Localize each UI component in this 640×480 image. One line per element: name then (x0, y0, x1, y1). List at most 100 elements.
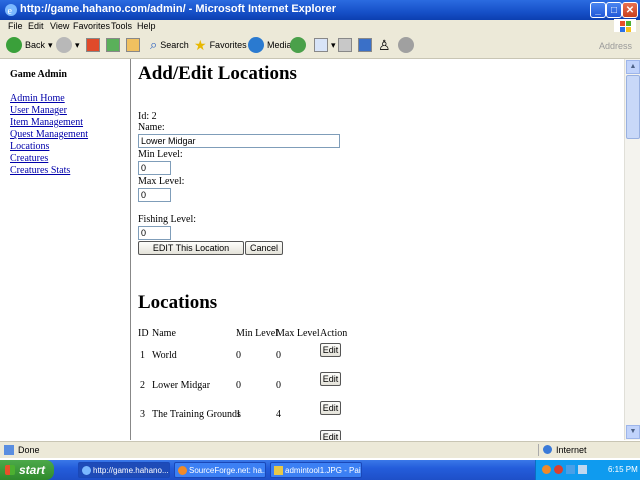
menu-edit[interactable]: Edit (28, 21, 44, 31)
status-text: Done (18, 445, 40, 455)
sidebar-link-user-manager[interactable]: User Manager (10, 105, 67, 116)
menu-help[interactable]: Help (137, 21, 156, 31)
sidebar-heading: Game Admin (10, 69, 67, 80)
address-label: Address (598, 41, 632, 51)
home-button[interactable] (126, 36, 140, 54)
menu-view[interactable]: View (50, 21, 69, 31)
menu-favorites[interactable]: Favorites (73, 21, 110, 31)
row-1-edit-button[interactable]: Edit (320, 343, 341, 357)
tray-app-icon[interactable] (554, 465, 563, 474)
taskbar-item-ie[interactable]: http://game.hahano.... (78, 462, 170, 478)
taskbar-item-sourceforge-label: SourceForge.net: ha... (189, 466, 266, 475)
tray-firefox-icon[interactable] (542, 465, 551, 474)
maximize-button[interactable]: □ (606, 2, 622, 18)
row-2-max: 0 (276, 380, 281, 391)
row-4-edit-button[interactable]: Edit (320, 430, 341, 440)
search-label: Search (160, 40, 189, 50)
row-1-name: World (152, 350, 177, 361)
edit-page-button[interactable] (358, 36, 372, 54)
row-1-min: 0 (236, 350, 241, 361)
window-title-bar[interactable]: e http://game.hahano.com/admin/ - Micros… (0, 0, 640, 20)
row-3-id: 3 (140, 409, 145, 420)
internet-zone-icon (543, 445, 552, 454)
start-button[interactable]: start (0, 460, 54, 480)
page-icon (4, 445, 14, 455)
column-header-id: ID (138, 328, 149, 339)
system-tray: 6:15 PM (535, 460, 640, 480)
tray-network-icon[interactable] (566, 465, 575, 474)
history-button[interactable] (290, 36, 306, 54)
cancel-button[interactable]: Cancel (245, 241, 283, 255)
discuss-button[interactable] (398, 36, 414, 54)
locations-heading: Locations (138, 292, 218, 313)
print-icon (338, 38, 352, 52)
name-label: Name: (138, 122, 165, 133)
row-2-edit-button[interactable]: Edit (320, 372, 341, 386)
ie-icon (82, 466, 91, 476)
tray-volume-icon[interactable] (578, 465, 587, 474)
dropdown-arrow-icon: ▾ (75, 39, 80, 50)
favorites-label: Favorites (209, 40, 247, 50)
sidebar-link-creatures-stats[interactable]: Creatures Stats (10, 165, 70, 176)
firefox-icon (178, 466, 187, 476)
dropdown-arrow-icon: ▾ (48, 39, 53, 50)
favorites-button[interactable]: ★ Favorites (194, 36, 247, 54)
window-title: http://game.hahano.com/admin/ - Microsof… (20, 3, 336, 15)
menu-tools[interactable]: Tools (111, 21, 132, 31)
stop-button[interactable] (86, 36, 100, 54)
name-input[interactable]: Lower Midgar (138, 134, 340, 148)
discuss-icon (398, 37, 414, 53)
row-2-id: 2 (140, 380, 145, 391)
row-3-edit-button[interactable]: Edit (320, 401, 341, 415)
row-3-max: 4 (276, 409, 281, 420)
sidebar-link-locations[interactable]: Locations (10, 141, 49, 152)
home-icon (126, 38, 140, 52)
minimize-button[interactable]: _ (590, 2, 606, 18)
back-arrow-icon (6, 37, 22, 53)
taskbar-item-ie-label: http://game.hahano.... (93, 466, 170, 475)
back-button[interactable]: Back ▾ (6, 36, 53, 54)
scroll-thumb[interactable] (626, 75, 640, 139)
back-label: Back (25, 40, 46, 50)
column-header-min-level: Min Level (236, 328, 278, 339)
print-button[interactable] (338, 36, 352, 54)
location-id: Id: 2 (138, 111, 157, 122)
media-label: Media (267, 40, 292, 50)
history-icon (290, 37, 306, 53)
clock[interactable]: 6:15 PM (608, 465, 638, 474)
edit-page-icon (358, 38, 372, 52)
search-button[interactable]: ⌕ Search (150, 36, 189, 54)
menu-bar: File Edit View Favorites Tools Help (0, 19, 640, 33)
taskbar: start http://game.hahano.... SourceForge… (0, 460, 640, 480)
column-header-max-level: Max Level (276, 328, 320, 339)
forward-button[interactable]: ▾ (56, 36, 80, 54)
scroll-down-arrow-icon[interactable]: ▼ (626, 425, 640, 439)
mail-button[interactable]: ▾ (314, 36, 336, 54)
vertical-scrollbar[interactable]: ▲ ▼ (624, 59, 640, 440)
messenger-button[interactable]: ♙ (378, 36, 391, 54)
svg-text:e: e (8, 6, 13, 17)
sidebar-link-quest-management[interactable]: Quest Management (10, 129, 88, 140)
zone-text: Internet (556, 445, 587, 455)
media-button[interactable]: Media (248, 36, 292, 54)
edit-location-button[interactable]: EDIT This Location (138, 241, 244, 255)
scroll-up-arrow-icon[interactable]: ▲ (626, 60, 640, 74)
sidebar-link-admin-home[interactable]: Admin Home (10, 93, 65, 104)
fishing-level-input[interactable]: 0 (138, 226, 171, 240)
close-button[interactable]: ✕ (622, 2, 638, 18)
menu-file[interactable]: File (8, 21, 23, 31)
taskbar-item-paint-label: admintool1.JPG - Paint (285, 466, 362, 475)
column-header-action: Action (320, 328, 348, 339)
max-level-input[interactable]: 0 (138, 188, 171, 202)
sidebar-link-creatures[interactable]: Creatures (10, 153, 48, 164)
row-3-name: The Training Grounds (152, 409, 241, 420)
taskbar-item-paint[interactable]: admintool1.JPG - Paint (270, 462, 362, 478)
taskbar-item-sourceforge[interactable]: SourceForge.net: ha... (174, 462, 266, 478)
row-2-name: Lower Midgar (152, 380, 211, 391)
media-icon (248, 37, 264, 53)
min-level-input[interactable]: 0 (138, 161, 171, 175)
sidebar-link-item-management[interactable]: Item Management (10, 117, 83, 128)
row-3-min: 1 (236, 409, 241, 420)
refresh-button[interactable] (106, 36, 120, 54)
status-divider (538, 444, 539, 456)
